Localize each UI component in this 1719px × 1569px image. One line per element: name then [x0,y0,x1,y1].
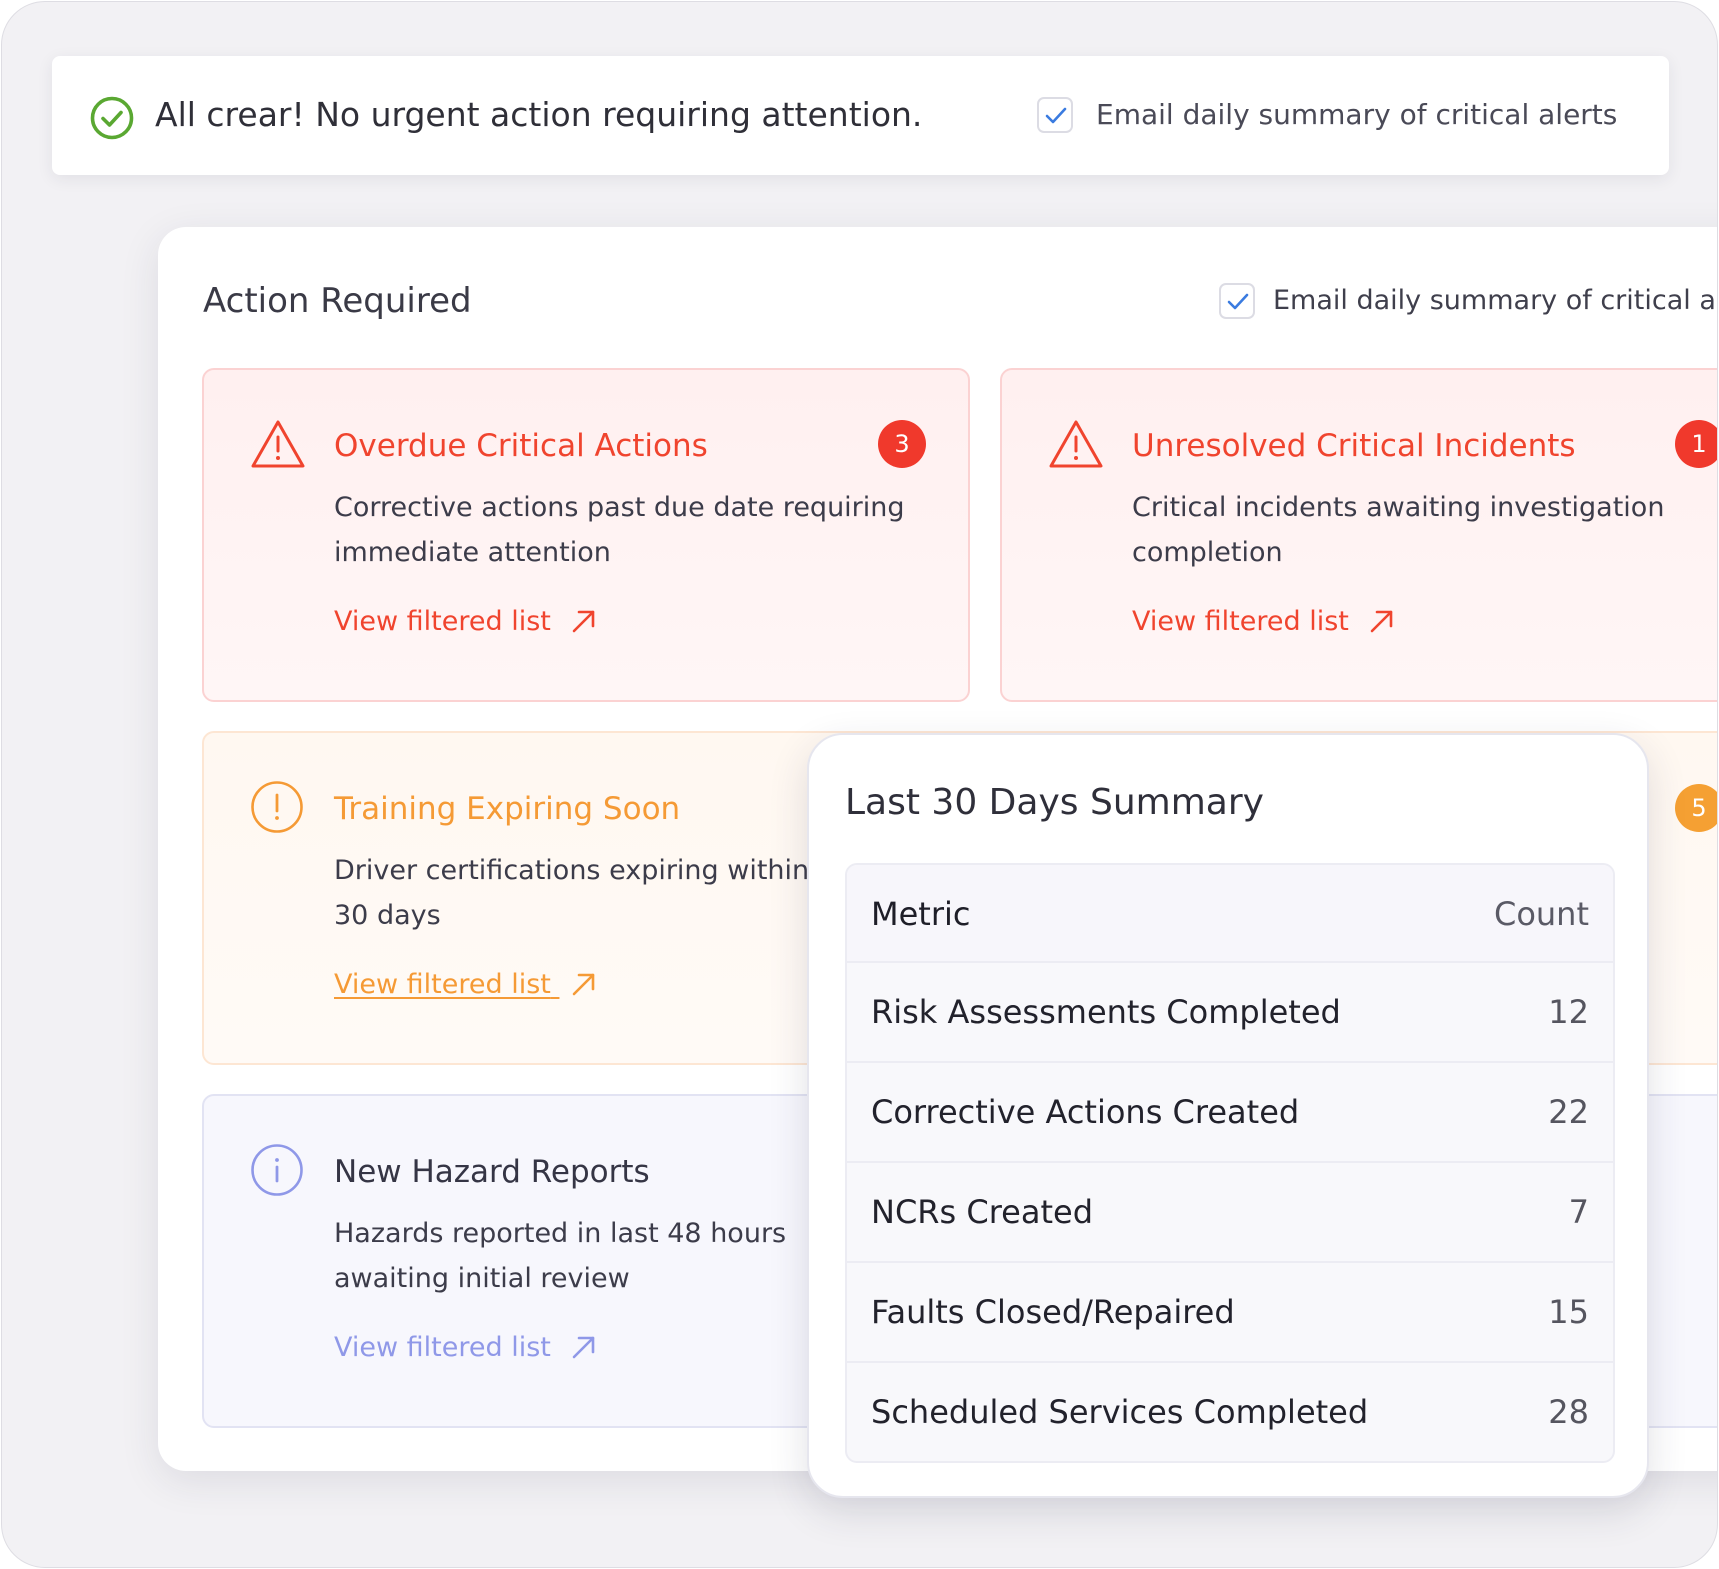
table-row: Scheduled Services Completed 28 [847,1361,1613,1461]
arrow-up-right-icon [573,1336,595,1359]
status-banner: All crear! No urgent action requiring at… [52,56,1669,175]
view-filtered-list-link[interactable]: View filtered list [1132,602,1395,642]
link-label: View filtered list [334,606,551,637]
count-badge: 3 [878,420,926,468]
view-filtered-list-link[interactable]: View filtered list [334,965,597,1005]
summary-title: Last 30 Days Summary [845,782,1264,823]
count-badge: 5 [1675,784,1717,832]
card-title: Overdue Critical Actions [334,428,708,464]
checkmark-icon [1045,107,1067,124]
metric-cell: Risk Assessments Completed [871,993,1341,1031]
metric-cell: Corrective Actions Created [871,1093,1300,1131]
warning-triangle-icon [251,420,305,468]
check-circle-icon [90,96,134,140]
count-badge: 1 [1675,420,1717,468]
app-frame: All crear! No urgent action requiring at… [1,1,1718,1568]
count-cell: 15 [1548,1293,1589,1331]
count-cell: 12 [1548,993,1589,1031]
link-label: View filtered list [334,969,551,1000]
arrow-up-right-icon [1371,610,1393,633]
view-filtered-list-link[interactable]: View filtered list [334,1328,597,1368]
card-description: Corrective actions past due date requiri… [334,492,905,568]
link-label: View filtered list [334,1332,551,1363]
column-header-count: Count [1493,895,1589,933]
count-cell: 7 [1568,1193,1589,1231]
table-header-row: Metric Count [847,865,1613,961]
section-title: Action Required [203,281,472,321]
email-summary-checkbox[interactable] [1219,283,1255,319]
metric-cell: Scheduled Services Completed [871,1393,1369,1431]
email-summary-label: Email daily summary of critical alerts [1096,98,1618,131]
card-overdue-critical-actions: Overdue Critical Actions 3 Corrective ac… [202,368,970,702]
card-description: Critical incidents awaiting investigatio… [1132,492,1665,568]
card-title: Unresolved Critical Incidents [1132,428,1576,464]
column-header-metric: Metric [871,895,971,933]
summary-popover: Last 30 Days Summary Metric Count Risk A… [807,733,1649,1498]
card-title: New Hazard Reports [334,1154,650,1190]
metric-cell: NCRs Created [871,1193,1093,1231]
card-description: Hazards reported in last 48 hours awaiti… [334,1218,787,1294]
table-row: Corrective Actions Created 22 [847,1061,1613,1161]
card-description: Driver certifications expiring within 30… [334,855,810,931]
summary-table: Metric Count Risk Assessments Completed … [845,863,1615,1463]
table-row: Risk Assessments Completed 12 [847,961,1613,1061]
checkmark-icon [1227,293,1249,310]
email-summary-label: Email daily summary of critical alerts [1273,285,1717,316]
view-filtered-list-link[interactable]: View filtered list [334,602,597,642]
table-row: NCRs Created 7 [847,1161,1613,1261]
info-circle-icon [251,1144,303,1196]
arrow-up-right-icon [573,610,595,633]
count-cell: 22 [1548,1093,1589,1131]
count-cell: 28 [1548,1393,1589,1431]
warning-triangle-icon [1049,420,1103,468]
email-summary-checkbox[interactable] [1037,97,1073,133]
table-row: Faults Closed/Repaired 15 [847,1261,1613,1361]
metric-cell: Faults Closed/Repaired [871,1293,1235,1331]
card-title: Training Expiring Soon [334,791,681,827]
arrow-up-right-icon [573,973,595,996]
status-message: All crear! No urgent action requiring at… [155,95,923,134]
exclamation-circle-icon [251,781,303,833]
card-unresolved-critical-incidents: Unresolved Critical Incidents 1 Critical… [1000,368,1717,702]
link-label: View filtered list [1132,606,1349,637]
